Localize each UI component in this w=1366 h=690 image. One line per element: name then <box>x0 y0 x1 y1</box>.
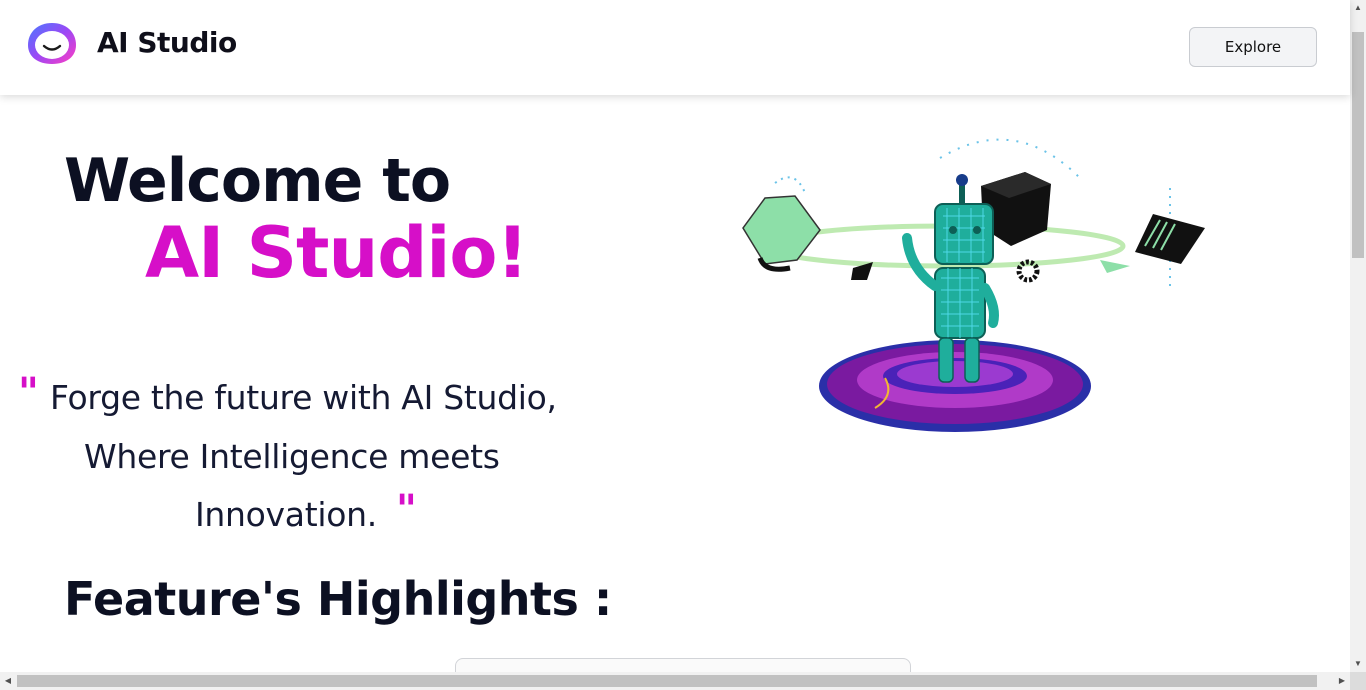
scroll-down-arrow-icon[interactable]: ▼ <box>1350 656 1366 672</box>
hero-title: AI Studio! <box>145 212 528 294</box>
brand-name[interactable]: AI Studio <box>97 26 237 59</box>
scroll-right-arrow-icon[interactable]: ▶ <box>1334 673 1350 689</box>
hero-welcome: Welcome to <box>64 146 451 216</box>
tagline-line-1: Forge the future with AI Studio, <box>50 378 557 417</box>
vertical-scrollbar[interactable]: ▲ ▼ <box>1350 0 1366 672</box>
features-heading: Feature's Highlights : <box>64 572 612 626</box>
page: AI Studio Explore Welcome to AI Studio! … <box>0 0 1366 690</box>
tagline-line-3: Innovation. <box>195 495 377 534</box>
scroll-left-arrow-icon[interactable]: ◀ <box>0 673 16 689</box>
tagline-line-2: Where Intelligence meets <box>84 437 500 476</box>
smiley-logo-icon[interactable] <box>25 19 79 67</box>
quote-close-mark: " <box>396 487 417 533</box>
scrollbar-corner <box>1350 672 1366 690</box>
explore-button[interactable]: Explore <box>1189 27 1317 67</box>
horizontal-scrollbar[interactable]: ◀ ▶ <box>0 672 1350 690</box>
quote-open-mark: " <box>18 370 39 416</box>
horizontal-scroll-thumb[interactable] <box>17 675 1317 687</box>
vertical-scroll-thumb[interactable] <box>1352 32 1364 258</box>
scroll-up-arrow-icon[interactable]: ▲ <box>1350 0 1366 16</box>
robot-illustration-icon <box>742 138 1205 432</box>
top-nav: AI Studio Explore <box>0 0 1350 95</box>
